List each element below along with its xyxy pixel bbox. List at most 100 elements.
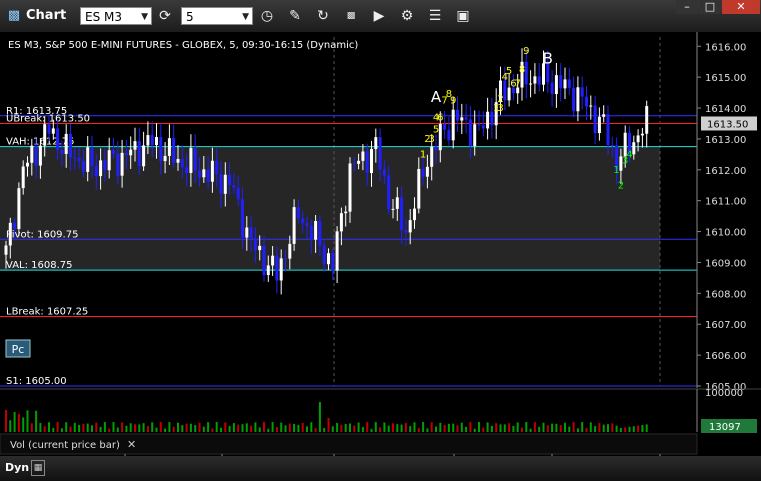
volume-bar	[559, 424, 562, 432]
candle-body	[73, 157, 77, 159]
level-label: LBreak: 1607.25	[6, 307, 88, 318]
candle-body	[378, 137, 382, 170]
candle-body	[447, 129, 451, 141]
volume-bar	[142, 423, 145, 432]
volume-bar	[48, 422, 50, 432]
volume-bar	[73, 422, 76, 432]
candle-body	[94, 165, 98, 177]
volume-bar	[254, 422, 257, 432]
candle-body	[395, 197, 399, 209]
volume-bar	[490, 425, 493, 432]
candle-body	[567, 79, 571, 88]
volume-bar	[86, 423, 89, 432]
lock-icon[interactable]: ▦	[31, 460, 45, 476]
candle-body	[155, 137, 158, 146]
price-chart[interactable]: R1: 1613.75UBreak: 1613.50VAH: 1612.75Pi…	[0, 32, 761, 456]
candle-body	[146, 135, 150, 146]
volume-bar	[529, 428, 532, 432]
candle-body	[279, 258, 283, 281]
candle-body	[163, 155, 167, 162]
volume-bar	[198, 422, 201, 432]
candle-body	[202, 169, 206, 178]
volume-bar	[366, 422, 369, 432]
volume-bar	[306, 426, 308, 432]
candle-body	[430, 146, 434, 167]
candle-body	[228, 174, 232, 186]
volume-bar	[155, 427, 158, 432]
volume-bar	[370, 428, 373, 432]
candle-body	[120, 152, 124, 176]
bars-icon[interactable]: ☰	[425, 6, 445, 26]
volume-bar	[13, 412, 16, 432]
cycle-icon[interactable]: ⟳	[155, 6, 175, 26]
volume-bar	[318, 402, 321, 432]
candle-body	[597, 116, 601, 134]
candle-body	[533, 76, 537, 84]
candle-body	[215, 160, 219, 175]
candle-body	[645, 106, 649, 134]
symbol-selector[interactable]: ES M3 ▼	[80, 7, 152, 25]
candle-body	[60, 149, 64, 154]
candle-body	[51, 128, 55, 134]
volume-bar	[340, 424, 343, 432]
volume-bar	[383, 422, 386, 432]
candle-body	[77, 158, 81, 161]
candle-body	[296, 207, 300, 219]
candle-body	[610, 145, 614, 147]
volume-bar	[232, 423, 235, 432]
volume-bar	[26, 410, 29, 432]
candle-body	[382, 169, 386, 176]
square-icon[interactable]: ▣	[453, 6, 473, 26]
candle-body	[572, 87, 576, 112]
candle-body	[413, 208, 416, 221]
volume-bar	[374, 422, 377, 432]
candle-body	[284, 258, 287, 260]
volume-bar	[327, 418, 330, 432]
annotation-label: 3	[497, 103, 503, 114]
volume-bar	[194, 425, 197, 432]
candle-body	[339, 213, 343, 232]
candle-body	[210, 160, 214, 182]
candle-body	[133, 141, 137, 150]
volume-bar	[22, 417, 25, 432]
maximize-icon[interactable]: □	[699, 0, 721, 14]
volume-bar	[99, 426, 102, 432]
volume-bar	[189, 423, 192, 432]
candle-body	[473, 124, 477, 147]
close-icon[interactable]: ✕	[722, 0, 760, 14]
candle-body	[434, 146, 438, 151]
clock-icon[interactable]: ◷	[257, 6, 277, 26]
volume-bar	[379, 427, 382, 432]
volume-bar	[121, 422, 124, 432]
minimize-icon[interactable]: –	[676, 0, 698, 14]
volume-bar	[30, 423, 33, 432]
volume-bar	[447, 423, 450, 432]
play-icon[interactable]: ▶	[369, 6, 389, 26]
interval-selector[interactable]: 5 ▼	[181, 7, 253, 25]
refresh-icon[interactable]: ↻	[313, 6, 333, 26]
candle-body	[370, 149, 373, 173]
price-tick-label: 1613.00	[705, 135, 746, 146]
close-icon[interactable]: ✕	[127, 438, 136, 451]
volume-bar	[125, 425, 128, 432]
volume-bar	[288, 423, 291, 432]
candle-body	[253, 238, 257, 251]
candle-body	[593, 105, 597, 134]
level-label: Pivot: 1609.75	[6, 229, 78, 240]
candle-body	[352, 163, 356, 165]
volume-bar	[538, 426, 541, 432]
volume-bar	[275, 427, 278, 432]
volume-bar	[95, 422, 98, 432]
volume-bar	[392, 423, 394, 432]
volume-bar	[164, 428, 167, 432]
candle-body	[185, 167, 189, 173]
pencil-icon[interactable]: ✎	[285, 6, 305, 26]
candle-body	[86, 147, 90, 172]
settings-icon[interactable]: ⚙	[397, 6, 417, 26]
volume-bar	[568, 426, 571, 432]
candle-body	[271, 255, 275, 266]
volume-bar	[486, 422, 489, 432]
alert-icon[interactable]: ▩	[341, 6, 361, 26]
volume-bar	[138, 424, 141, 432]
volume-bar	[69, 426, 72, 432]
